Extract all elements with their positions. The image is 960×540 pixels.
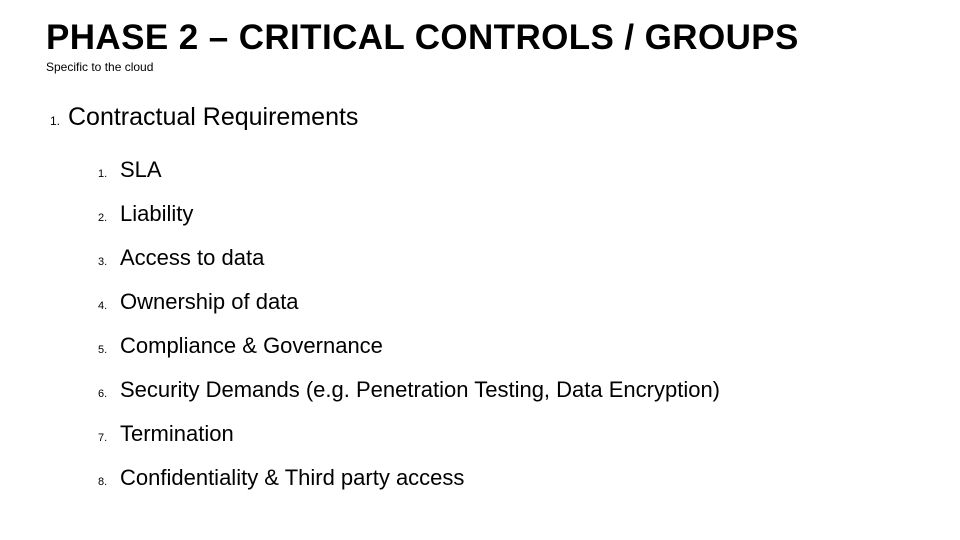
- slide-title: PHASE 2 – CRITICAL CONTROLS / GROUPS: [46, 18, 914, 58]
- slide-content: 1. Contractual Requirements 1. SLA 2. Li…: [46, 102, 914, 500]
- list-item-level2: 6. Security Demands (e.g. Penetration Te…: [98, 368, 914, 412]
- list-item-level2: 7. Termination: [98, 412, 914, 456]
- slide: PHASE 2 – CRITICAL CONTROLS / GROUPS Spe…: [0, 0, 960, 540]
- list-number: 1.: [50, 104, 68, 128]
- list-text: Security Demands (e.g. Penetration Testi…: [120, 368, 720, 412]
- list-text: Compliance & Governance: [120, 324, 383, 368]
- list-number: 3.: [98, 251, 120, 273]
- list-number: 2.: [98, 207, 120, 229]
- list-number: 8.: [98, 471, 120, 493]
- list-text: Access to data: [120, 236, 264, 280]
- list-number: 7.: [98, 427, 120, 449]
- list-text: Termination: [120, 412, 234, 456]
- list-text: Ownership of data: [120, 280, 299, 324]
- list-number: 5.: [98, 339, 120, 361]
- list-item-level2: 8. Confidentiality & Third party access: [98, 456, 914, 500]
- list-text: SLA: [120, 148, 162, 192]
- slide-subtitle: Specific to the cloud: [46, 60, 914, 74]
- list-text: Liability: [120, 192, 193, 236]
- list-text: Confidentiality & Third party access: [120, 456, 464, 500]
- list-item-level2: 3. Access to data: [98, 236, 914, 280]
- list-item-level1: 1. Contractual Requirements: [50, 102, 914, 132]
- list-item-level2: 5. Compliance & Governance: [98, 324, 914, 368]
- list-number: 6.: [98, 383, 120, 405]
- list-number: 1.: [98, 163, 120, 185]
- list-item-level2: 2. Liability: [98, 192, 914, 236]
- list-item-level2: 1. SLA: [98, 148, 914, 192]
- list-item-level2: 4. Ownership of data: [98, 280, 914, 324]
- list-number: 4.: [98, 295, 120, 317]
- list-text: Contractual Requirements: [68, 102, 358, 132]
- list-level2-container: 1. SLA 2. Liability 3. Access to data 4.…: [50, 148, 914, 500]
